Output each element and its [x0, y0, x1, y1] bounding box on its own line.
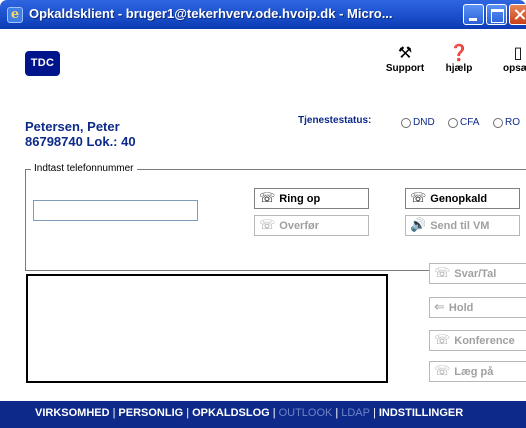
- nav-separator: |: [272, 407, 276, 419]
- maximize-icon[interactable]: [486, 4, 507, 25]
- settings-icon: ▯: [513, 43, 523, 62]
- hold-button[interactable]: ⇐ Hold: [429, 297, 526, 318]
- bottom-nav: VIRKSOMHED | PERSONLIG | OPKALDSLOG | OUTLOOK |…: [35, 406, 463, 420]
- answer-button[interactable]: ☏ Svar/Tal: [429, 263, 526, 284]
- nav-outlook: OUTLOOK: [278, 407, 333, 419]
- app-header: TDC ⚒ Support ❓ hjælp ▯ opsæt: [0, 29, 526, 89]
- transfer-label: Overfør: [279, 219, 320, 232]
- nav-ldap: LDAP: [341, 407, 370, 419]
- phone-number-input[interactable]: [33, 200, 198, 221]
- nav-separator: |: [372, 407, 376, 419]
- nav-separator: |: [186, 407, 190, 419]
- radio-circle-icon: [401, 118, 411, 128]
- help-button[interactable]: ❓ hjælp: [441, 43, 477, 75]
- status-radio-dnd[interactable]: DND: [401, 117, 435, 129]
- support-button[interactable]: ⚒ Support: [383, 43, 427, 75]
- status-option-label: CFA: [460, 117, 480, 128]
- phone-icon: ☏: [410, 190, 427, 206]
- help-label: hjælp: [445, 63, 473, 74]
- conference-button[interactable]: ☏ Konference: [429, 330, 526, 351]
- conference-label: Konference: [454, 334, 515, 347]
- window-titlebar: e Opkaldsklient - bruger1@tekerhverv.ode…: [0, 0, 526, 29]
- call-display-area: [26, 274, 388, 383]
- nav-indstillinger[interactable]: INDSTILLINGER: [379, 407, 463, 419]
- ie-icon: e: [7, 7, 23, 23]
- phone-number-legend: Indtast telefonnummer: [31, 163, 137, 175]
- minimize-icon[interactable]: [463, 4, 484, 25]
- settings-label: opsæt: [503, 63, 526, 74]
- hold-label: Hold: [448, 301, 474, 314]
- ring-op-button[interactable]: ☏ Ring op: [254, 188, 369, 209]
- phone-icon: ☏: [259, 190, 276, 206]
- status-radio-ro[interactable]: RO: [493, 117, 520, 129]
- hold-icon: ⇐: [434, 299, 445, 315]
- phone-icon: ☏: [434, 265, 451, 281]
- hang-up-label: Læg på: [454, 365, 494, 378]
- send-to-voicemail-button[interactable]: 🔊 Send til VM: [405, 215, 520, 236]
- tools-icon: ⚒: [397, 43, 413, 62]
- answer-label: Svar/Tal: [454, 267, 497, 280]
- user-number: 86798740 Lok.: 40: [25, 134, 136, 149]
- status-option-label: DND: [413, 117, 435, 128]
- tdc-logo: TDC: [25, 51, 60, 76]
- transfer-icon: ☏: [259, 217, 276, 233]
- send-to-voicemail-label: Send til VM: [430, 219, 490, 232]
- speaker-icon: 🔊: [410, 217, 427, 233]
- user-name: Petersen, Peter: [25, 119, 120, 134]
- hang-up-button[interactable]: ☏ Læg på: [429, 361, 526, 382]
- nav-personlig[interactable]: PERSONLIG: [118, 407, 183, 419]
- nav-opkaldslog[interactable]: OPKALDSLOG: [192, 407, 270, 419]
- ring-op-label: Ring op: [279, 192, 321, 205]
- help-icon: ❓: [449, 43, 469, 62]
- status-radio-cfa[interactable]: CFA: [448, 117, 479, 129]
- radio-circle-icon: [448, 118, 458, 128]
- status-option-label: RO: [505, 117, 520, 128]
- radio-circle-icon: [493, 118, 503, 128]
- service-status-label: Tjenestestatus:: [298, 115, 372, 126]
- close-icon[interactable]: [509, 4, 526, 25]
- window-title: Opkaldsklient - bruger1@tekerhverv.ode.h…: [29, 6, 393, 21]
- redial-button[interactable]: ☏ Genopkald: [405, 188, 520, 209]
- nav-separator: |: [335, 407, 339, 419]
- nav-virksomhed[interactable]: VIRKSOMHED: [35, 407, 110, 419]
- settings-button[interactable]: ▯ opsæt: [493, 43, 526, 75]
- redial-label: Genopkald: [430, 192, 488, 205]
- transfer-button[interactable]: ☏ Overfør: [254, 215, 369, 236]
- conference-icon: ☏: [434, 332, 451, 348]
- support-label: Support: [385, 63, 425, 74]
- hang-up-icon: ☏: [434, 363, 451, 379]
